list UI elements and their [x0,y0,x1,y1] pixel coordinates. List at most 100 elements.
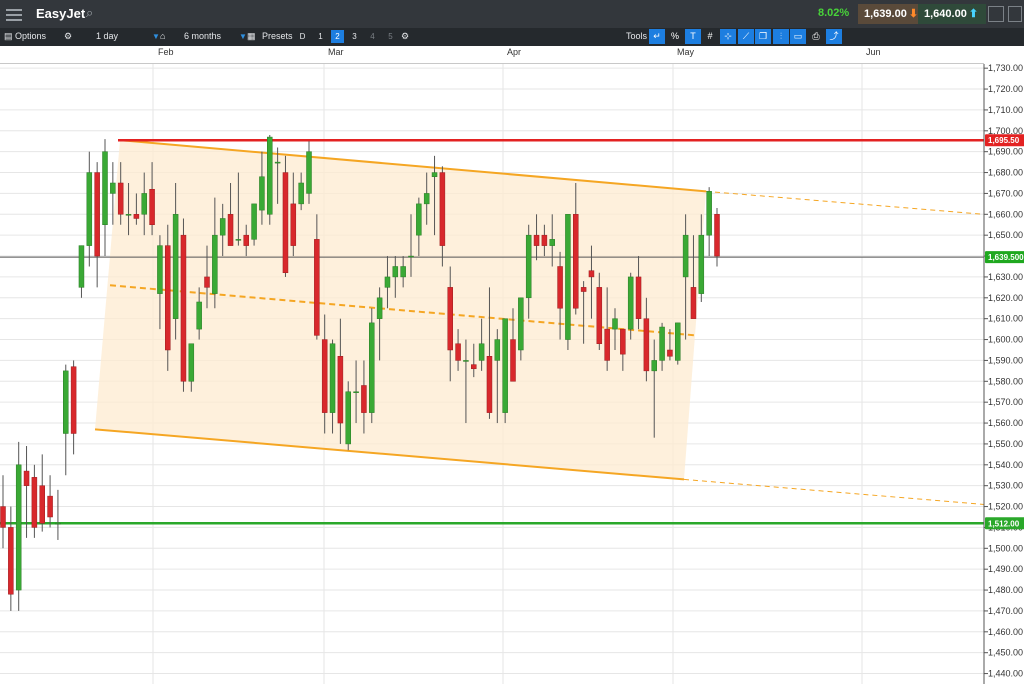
candle-down [690,287,697,319]
candle-up [369,322,375,413]
candle-up [55,523,61,525]
candle-up [306,151,312,194]
candle-up [698,234,705,294]
candle-down [204,276,210,288]
current-price-label: 1,639.500 [988,253,1024,262]
candle-down [39,485,45,524]
buy-price-value: 1,640.00 [924,8,967,20]
candle-down [580,287,587,292]
candle-up [675,322,681,361]
candle-up [102,151,108,225]
y-tick-label: 1,600.00 [988,335,1023,345]
candle-down [180,234,187,382]
month-label-jun: Jun [866,47,881,57]
preset-3[interactable]: 3 [348,30,361,43]
candle-up [478,343,485,361]
candle-up [494,339,501,361]
options-menu[interactable]: ▤ Options [4,31,46,42]
candle-up [423,193,430,205]
print-icon[interactable]: ⎙ [808,29,824,44]
rectangle-icon[interactable]: ▭ [790,29,806,44]
interval-select[interactable]: 1 day ▼ [96,31,160,41]
crosshair-icon[interactable]: ⊹ [720,29,736,44]
calendar-icon[interactable]: ▦ [247,31,256,42]
return-icon[interactable]: ↵ [649,29,665,44]
candle-up [141,193,147,215]
preset-4[interactable]: 4 [366,30,379,43]
candle-up [376,297,383,319]
candle-up [518,297,524,351]
search-icon[interactable]: ⌕ [86,5,93,21]
hamburger-menu-icon[interactable] [6,6,22,22]
range-select[interactable]: 6 months ▼ [184,31,247,41]
grid-icon[interactable]: # [702,29,718,44]
candle-up [15,464,22,591]
y-tick-label: 1,660.00 [988,209,1023,219]
candle-down [620,328,626,355]
y-tick-label: 1,630.00 [988,272,1023,282]
y-tick-label: 1,720.00 [988,84,1023,94]
preset-settings-gear-icon[interactable]: ⚙ [401,31,409,42]
percent-icon[interactable]: % [667,29,683,44]
candle-up [196,301,202,330]
candle-down [133,214,140,219]
y-tick-label: 1,560.00 [988,418,1023,428]
close-window-icon[interactable] [1008,6,1022,22]
layers-icon[interactable]: ❐ [755,29,771,44]
candle-down [227,214,234,246]
y-tick-label: 1,730.00 [988,64,1023,73]
candle-down [70,366,77,434]
preset-5[interactable]: 5 [384,30,397,43]
sell-price-button[interactable]: 1,639.00 ⬇ [858,4,920,24]
candle-down [557,266,563,309]
instrument-title: EasyJet [36,6,86,21]
y-tick-label: 1,460.00 [988,627,1023,637]
candle-down [117,182,124,215]
candle-up [353,391,359,393]
up-arrow-icon: ⬆ [968,8,979,20]
preset-2[interactable]: 2 [331,30,344,43]
lock-icon[interactable]: ⌂ [160,31,165,41]
candle-down [667,349,673,357]
candle-up [86,172,93,246]
y-tick-label: 1,520.00 [988,502,1023,512]
preset-1[interactable]: 1 [314,30,327,43]
chevron-down-icon: ▼ [239,32,247,41]
preset-d[interactable]: D [296,30,309,43]
candle-down [643,318,650,372]
detach-window-icon[interactable] [988,6,1004,22]
candle-up [274,161,281,164]
candle-up [188,343,195,382]
y-tick-label: 1,610.00 [988,314,1023,324]
line-tool-icon[interactable]: ⟋ [738,29,754,44]
candle-down [471,364,477,370]
candle-up [392,266,399,278]
candle-down [714,214,720,257]
price-chart[interactable]: 1,440.00 1,450.00 1,460.00 1,470.00 1,480.00… [0,64,1024,684]
daily-change: 8.02% [818,7,850,19]
candle-up [651,360,657,372]
candle-up [219,218,226,236]
candle-down [337,356,344,424]
candle-down [47,495,53,518]
candle-down [447,287,453,351]
candle-up [627,276,634,330]
candle-up [63,370,69,434]
buy-price-button[interactable]: 1,640.00 ⬆ [918,4,986,24]
settings-gear-icon[interactable]: ⚙ [64,31,72,42]
sell-price-value: 1,639.00 [864,8,907,20]
month-label-feb: Feb [158,47,174,57]
text-tool-icon[interactable]: T [685,29,701,44]
channel-lower-extension [683,478,985,505]
share-icon[interactable]: ⤴ [826,29,842,44]
candle-down [439,172,446,246]
fibonacci-icon[interactable]: ⫶ [773,29,789,44]
candle-up [384,276,391,288]
candle-up [682,234,689,278]
candle-down [165,245,171,351]
y-tick-label: 1,470.00 [988,606,1023,616]
candle-up [259,176,265,211]
channel-upper-extension [705,190,985,215]
candle-up [267,136,273,215]
options-icon: ▤ [4,31,13,41]
